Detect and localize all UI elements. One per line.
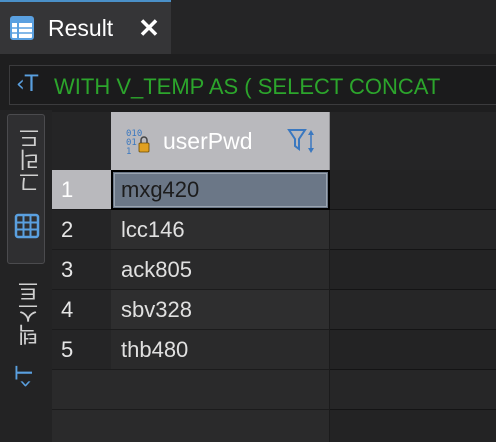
binary-lock-icon: 010 01 1 <box>126 129 150 156</box>
table-cell[interactable]: sbv328 <box>111 290 330 330</box>
result-tab-label: Result <box>48 15 114 41</box>
tab-grid-label: 그리드 <box>18 127 43 193</box>
empty-cell <box>111 410 330 442</box>
grid-icon <box>14 213 40 239</box>
table-cell[interactable]: thb480 <box>111 330 330 370</box>
row-filler <box>330 410 496 442</box>
text-icon: ‹T <box>13 365 38 389</box>
column-header-label: userPwd <box>163 128 253 154</box>
header-empty-area <box>330 112 496 170</box>
row-filler <box>330 250 496 290</box>
grid-table-icon <box>10 16 34 40</box>
grid-corner <box>52 112 111 170</box>
table-cell[interactable]: ack805 <box>111 250 330 290</box>
table-cell-selected[interactable]: mxg420 <box>111 170 330 210</box>
filter-sort-icon[interactable] <box>287 126 319 156</box>
close-icon[interactable]: ✕ <box>136 15 162 41</box>
row-number[interactable]: 4 <box>52 290 111 330</box>
sql-text-icon: ‹T <box>16 72 39 97</box>
empty-row-number <box>52 410 111 442</box>
row-number[interactable]: 2 <box>52 210 111 250</box>
row-number[interactable]: 3 <box>52 250 111 290</box>
row-filler <box>330 170 496 210</box>
result-grid[interactable]: 010 01 1 userPwd 1 mxg420 2 lcc146 3 ack… <box>52 112 496 442</box>
row-filler <box>330 210 496 250</box>
editor-tab-bar: Result ✕ <box>0 0 496 54</box>
table-cell[interactable]: lcc146 <box>111 210 330 250</box>
empty-row-number <box>52 370 111 410</box>
tab-text-label: 텍스트 <box>17 280 42 346</box>
sql-query-text: WITH V_TEMP AS ( SELECT CONCAT <box>54 74 441 99</box>
tab-text[interactable]: 텍스트 ‹T <box>7 278 45 398</box>
svg-text:1: 1 <box>126 147 131 156</box>
row-number[interactable]: 5 <box>52 330 111 370</box>
row-filler <box>330 370 496 410</box>
result-tab[interactable]: Result ✕ <box>0 0 171 54</box>
tab-grid[interactable]: 그리드 <box>7 114 45 264</box>
row-filler <box>330 290 496 330</box>
row-filler <box>330 330 496 370</box>
column-header-userpwd[interactable]: 010 01 1 userPwd <box>111 112 330 170</box>
empty-cell <box>111 370 330 410</box>
sql-query-bar[interactable]: ‹T WITH V_TEMP AS ( SELECT CONCAT <box>9 65 496 105</box>
view-mode-tabs: 그리드 텍스트 ‹T <box>0 110 52 442</box>
row-number[interactable]: 1 <box>52 170 111 210</box>
